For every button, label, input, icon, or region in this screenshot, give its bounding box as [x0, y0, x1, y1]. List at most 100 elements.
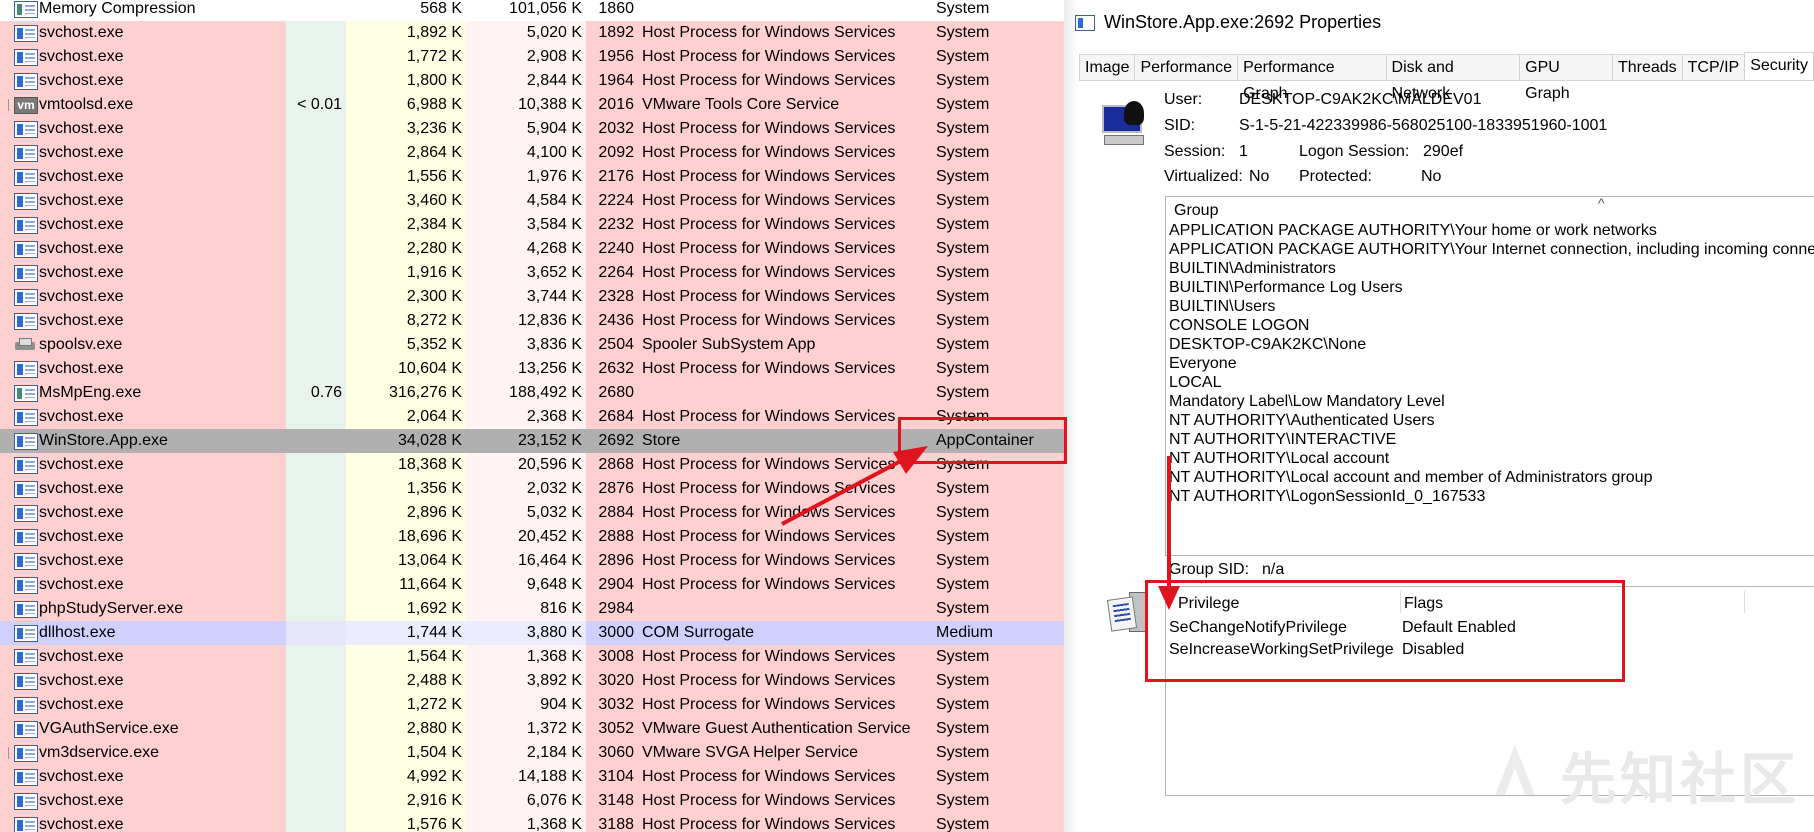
process-icon-cell: [0, 501, 38, 525]
group-item[interactable]: BUILTIN\Administrators: [1169, 260, 1336, 278]
process-row[interactable]: svchost.exe 2,864 K 4,100 K 2092 Host Proces…: [0, 141, 1064, 165]
process-working-set: 20,596 K: [466, 453, 586, 477]
process-name: svchost.exe: [38, 477, 286, 501]
process-row[interactable]: svchost.exe 2,384 K 3,584 K 2232 Host Proces…: [0, 213, 1064, 237]
process-icon-cell: [0, 213, 38, 237]
process-name: dllhost.exe: [38, 621, 286, 645]
tab-image[interactable]: Image: [1079, 54, 1135, 81]
process-integrity: System: [934, 309, 1064, 333]
group-item[interactable]: APPLICATION PACKAGE AUTHORITY\Your Inter…: [1169, 241, 1814, 259]
process-row[interactable]: svchost.exe 1,800 K 2,844 K 1964 Host Proces…: [0, 69, 1064, 93]
process-cpu: [286, 573, 346, 597]
process-integrity: System: [934, 669, 1064, 693]
group-item[interactable]: APPLICATION PACKAGE AUTHORITY\Your home …: [1169, 222, 1657, 240]
process-cpu: [286, 621, 346, 645]
process-private-bytes: 2,280 K: [346, 237, 466, 261]
group-item[interactable]: Mandatory Label\Low Mandatory Level: [1169, 393, 1445, 411]
process-row[interactable]: svchost.exe 1,576 K 1,368 K 3188 Host Proces…: [0, 813, 1064, 832]
process-name: vm3dservice.exe: [38, 741, 286, 765]
process-cpu: [286, 429, 346, 453]
tab-performance[interactable]: Performance: [1134, 54, 1238, 81]
process-cpu: [286, 549, 346, 573]
group-list[interactable]: Group ^ APPLICATION PACKAGE AUTHORITY\Yo…: [1165, 196, 1814, 556]
process-row[interactable]: svchost.exe 1,272 K 904 K 3032 Host Process …: [0, 693, 1064, 717]
process-row[interactable]: vm vmtoolsd.exe < 0.01 6,988 K 10,388 K 2016 V…: [0, 93, 1064, 117]
process-private-bytes: 1,916 K: [346, 261, 466, 285]
process-row[interactable]: dllhost.exe 1,744 K 3,880 K 3000 COM Surroga…: [0, 621, 1064, 645]
process-pid: 2632: [586, 357, 640, 381]
group-item[interactable]: NT AUTHORITY\LogonSessionId_0_167533: [1169, 488, 1485, 506]
tree-expand-icon[interactable]: [0, 747, 9, 759]
process-name: svchost.exe: [38, 453, 286, 477]
process-row[interactable]: svchost.exe 11,664 K 9,648 K 2904 Host Proce…: [0, 573, 1064, 597]
process-row[interactable]: svchost.exe 3,236 K 5,904 K 2032 Host Proces…: [0, 117, 1064, 141]
process-window-icon: [14, 193, 38, 210]
process-icon-cell: [0, 405, 38, 429]
process-description: [640, 381, 934, 405]
group-item[interactable]: CONSOLE LOGON: [1169, 317, 1309, 335]
group-item[interactable]: NT AUTHORITY\Local account: [1169, 450, 1389, 468]
group-item[interactable]: LOCAL: [1169, 374, 1221, 392]
group-item[interactable]: NT AUTHORITY\INTERACTIVE: [1169, 431, 1396, 449]
process-window-icon: [14, 1, 38, 18]
process-working-set: 3,652 K: [466, 261, 586, 285]
process-private-bytes: 1,556 K: [346, 165, 466, 189]
process-row[interactable]: VGAuthService.exe 2,880 K 1,372 K 3052 VMwar…: [0, 717, 1064, 741]
process-row[interactable]: svchost.exe 10,604 K 13,256 K 2632 Host Proc…: [0, 357, 1064, 381]
process-cpu: [286, 525, 346, 549]
process-row[interactable]: svchost.exe 1,772 K 2,908 K 1956 Host Proces…: [0, 45, 1064, 69]
process-row[interactable]: Memory Compression 568 K 101,056 K 1860 Syst…: [0, 0, 1064, 21]
process-row[interactable]: svchost.exe 2,896 K 5,032 K 2884 Host Proces…: [0, 501, 1064, 525]
process-row[interactable]: svchost.exe 2,916 K 6,076 K 3148 Host Proces…: [0, 789, 1064, 813]
tab-threads[interactable]: Threads: [1611, 54, 1682, 81]
process-name: svchost.exe: [38, 525, 286, 549]
process-icon-cell: [0, 717, 38, 741]
process-pid: 2868: [586, 453, 640, 477]
process-row[interactable]: svchost.exe 2,300 K 3,744 K 2328 Host Proces…: [0, 285, 1064, 309]
process-row[interactable]: svchost.exe 1,356 K 2,032 K 2876 Host Proces…: [0, 477, 1064, 501]
process-name: Memory Compression: [38, 0, 286, 21]
process-row[interactable]: MsMpEng.exe 0.76 316,276 K 188,492 K 2680 Sys…: [0, 381, 1064, 405]
process-row[interactable]: svchost.exe 1,916 K 3,652 K 2264 Host Proces…: [0, 261, 1064, 285]
process-cpu: [286, 477, 346, 501]
process-working-set: 2,184 K: [466, 741, 586, 765]
group-item[interactable]: BUILTIN\Users: [1169, 298, 1275, 316]
process-name: svchost.exe: [38, 141, 286, 165]
process-row[interactable]: svchost.exe 13,064 K 16,464 K 2896 Host Proc…: [0, 549, 1064, 573]
group-column-header[interactable]: Group: [1174, 202, 1218, 220]
group-item[interactable]: NT AUTHORITY\Local account and member of…: [1169, 469, 1652, 487]
process-row[interactable]: spoolsv.exe 5,352 K 3,836 K 2504 Spooler Sub…: [0, 333, 1064, 357]
process-cpu: [286, 117, 346, 141]
tab-gpu-graph[interactable]: GPU Graph: [1519, 54, 1612, 102]
group-item[interactable]: Everyone: [1169, 355, 1237, 373]
process-window-icon: [14, 577, 38, 594]
tab-disk-and-network[interactable]: Disk and Network: [1385, 54, 1520, 102]
process-row[interactable]: svchost.exe 2,280 K 4,268 K 2240 Host Proces…: [0, 237, 1064, 261]
process-row[interactable]: svchost.exe 2,488 K 3,892 K 3020 Host Proces…: [0, 669, 1064, 693]
process-row[interactable]: svchost.exe 1,564 K 1,368 K 3008 Host Proces…: [0, 645, 1064, 669]
highlight-privileges-box: [1145, 580, 1625, 682]
process-cpu: [286, 693, 346, 717]
column-separator[interactable]: [1744, 591, 1745, 613]
process-integrity: System: [934, 165, 1064, 189]
process-row[interactable]: svchost.exe 18,696 K 20,452 K 2888 Host Proc…: [0, 525, 1064, 549]
process-row[interactable]: svchost.exe 3,460 K 4,584 K 2224 Host Proces…: [0, 189, 1064, 213]
user-label: User:: [1164, 91, 1203, 108]
tab-tcp-ip[interactable]: TCP/IP: [1681, 54, 1745, 81]
process-private-bytes: 6,988 K: [346, 93, 466, 117]
tree-expand-icon[interactable]: [0, 99, 9, 111]
group-item[interactable]: NT AUTHORITY\Authenticated Users: [1169, 412, 1435, 430]
process-row[interactable]: svchost.exe 1,556 K 1,976 K 2176 Host Proces…: [0, 165, 1064, 189]
process-cpu: 0.76: [286, 381, 346, 405]
process-row[interactable]: vm3dservice.exe 1,504 K 2,184 K 3060 VMware …: [0, 741, 1064, 765]
tab-security[interactable]: Security: [1744, 52, 1814, 81]
process-row[interactable]: svchost.exe 4,992 K 14,188 K 3104 Host Proce…: [0, 765, 1064, 789]
process-private-bytes: 3,236 K: [346, 117, 466, 141]
group-item[interactable]: DESKTOP-C9AK2KC\None: [1169, 336, 1366, 354]
process-row[interactable]: svchost.exe 1,892 K 5,020 K 1892 Host Proces…: [0, 21, 1064, 45]
group-item[interactable]: BUILTIN\Performance Log Users: [1169, 279, 1403, 297]
tab-performance-graph[interactable]: Performance Graph: [1237, 54, 1386, 102]
process-working-set: 4,268 K: [466, 237, 586, 261]
process-row[interactable]: phpStudyServer.exe 1,692 K 816 K 2984 System: [0, 597, 1064, 621]
process-row[interactable]: svchost.exe 8,272 K 12,836 K 2436 Host Proce…: [0, 309, 1064, 333]
